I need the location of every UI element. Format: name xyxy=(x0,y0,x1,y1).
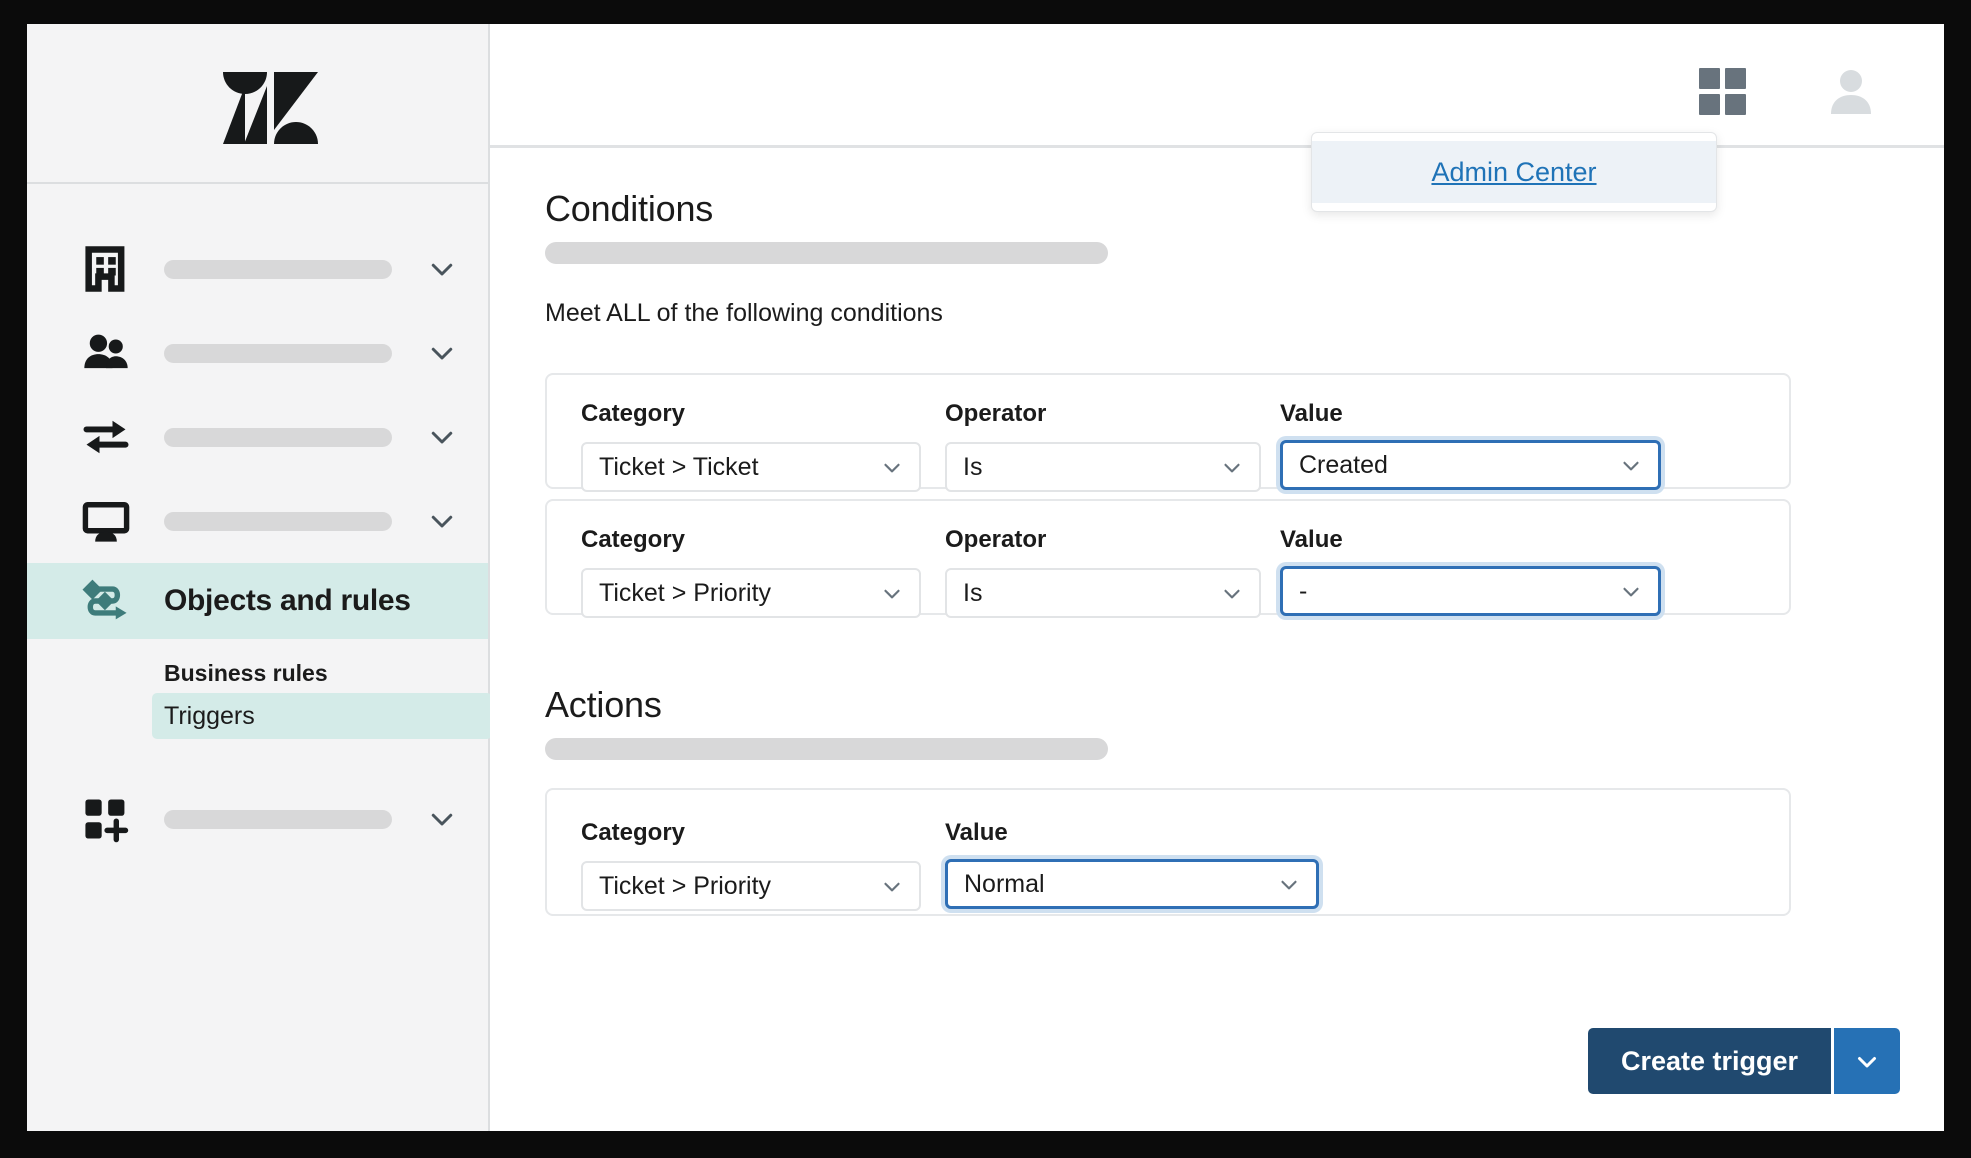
sidebar-item-triggers[interactable]: Triggers xyxy=(152,693,492,739)
zendesk-logo xyxy=(223,72,318,144)
action-1-value-select[interactable]: Normal xyxy=(945,859,1319,909)
building-icon xyxy=(77,240,135,298)
top-header xyxy=(490,24,1944,148)
sidebar: Objects and rules Business rules Trigger… xyxy=(27,24,492,1131)
sidebar-active-label: Objects and rules xyxy=(164,584,411,617)
condition-2-category-select[interactable]: Ticket > Priority xyxy=(581,568,921,618)
sidebar-item-apps[interactable] xyxy=(27,777,488,861)
action-1-category-label: Category xyxy=(581,819,686,846)
condition-1-value-value: Created xyxy=(1299,450,1388,479)
sidebar-logo-area xyxy=(27,24,488,184)
apps-add-icon xyxy=(77,790,135,848)
transfer-arrows-icon xyxy=(77,408,135,466)
chevron-down-icon xyxy=(879,454,905,480)
action-1-category-value: Ticket > Priority xyxy=(599,871,772,900)
subnav-heading-business-rules: Business rules xyxy=(164,659,328,686)
sidebar-label-placeholder xyxy=(164,343,392,363)
condition-1-operator-value: Is xyxy=(963,452,983,481)
sidebar-item-objects-and-rules[interactable]: Objects and rules xyxy=(27,563,488,639)
condition-2-operator-label: Operator xyxy=(945,526,1047,553)
main-content: Conditions Meet ALL of the following con… xyxy=(490,148,1944,1131)
action-1-value-label: Value xyxy=(945,819,1008,846)
condition-1-category-select[interactable]: Ticket > Ticket xyxy=(581,442,921,492)
sidebar-item-account[interactable] xyxy=(27,227,488,311)
chevron-down-icon xyxy=(1858,1057,1876,1068)
sidebar-label-placeholder xyxy=(164,427,392,447)
create-trigger-button[interactable]: Create trigger xyxy=(1588,1028,1831,1094)
condition-row-1: Category Ticket > Ticket Operator Is Val… xyxy=(545,373,1791,492)
chevron-down-icon xyxy=(1219,580,1245,606)
condition-2-category-label: Category xyxy=(581,526,686,553)
app-window: Objects and rules Business rules Trigger… xyxy=(27,24,1944,1131)
create-trigger-dropdown-button[interactable] xyxy=(1834,1028,1900,1094)
user-avatar-icon[interactable] xyxy=(1824,64,1878,118)
sidebar-item-workspaces[interactable] xyxy=(27,479,488,563)
condition-2-value-select[interactable]: - xyxy=(1280,566,1661,616)
condition-1-category-label: Category xyxy=(581,400,686,427)
condition-1-value-select[interactable]: Created xyxy=(1280,440,1661,490)
grid-square xyxy=(1725,94,1746,115)
condition-1-value-label: Value xyxy=(1280,400,1343,427)
condition-row-2: Category Ticket > Priority Operator Is V… xyxy=(545,499,1791,618)
chevron-down-icon[interactable] xyxy=(427,422,457,452)
chevron-down-icon xyxy=(1219,454,1245,480)
admin-dropdown-menu: Admin Center xyxy=(1311,132,1717,212)
conditions-subtitle: Meet ALL of the following conditions xyxy=(545,299,943,327)
grid-apps-icon[interactable] xyxy=(1699,68,1746,115)
actions-description-placeholder xyxy=(545,738,1108,760)
objects-rules-icon xyxy=(77,572,135,630)
action-1-value-value: Normal xyxy=(964,869,1045,898)
condition-2-operator-value: Is xyxy=(963,578,983,607)
chevron-down-icon[interactable] xyxy=(427,506,457,536)
condition-2-category-value: Ticket > Priority xyxy=(599,578,772,607)
condition-1-category-value: Ticket > Ticket xyxy=(599,452,759,481)
grid-square xyxy=(1699,68,1720,89)
sidebar-label-placeholder xyxy=(164,259,392,279)
screenshot-frame: Objects and rules Business rules Trigger… xyxy=(0,0,1971,1158)
actions-title: Actions xyxy=(545,684,662,725)
condition-1-operator-select[interactable]: Is xyxy=(945,442,1261,492)
chevron-down-icon xyxy=(1276,871,1302,897)
display-monitor-icon xyxy=(77,492,135,550)
condition-2-value-value: - xyxy=(1299,576,1308,605)
condition-2-operator-select[interactable]: Is xyxy=(945,568,1261,618)
grid-square xyxy=(1699,94,1720,115)
menu-item-admin-center-label: Admin Center xyxy=(1431,156,1597,187)
condition-2-value-label: Value xyxy=(1280,526,1343,553)
conditions-description-placeholder xyxy=(545,242,1108,264)
sidebar-label-placeholder xyxy=(164,511,392,531)
chevron-down-icon[interactable] xyxy=(427,804,457,834)
condition-1-operator-label: Operator xyxy=(945,400,1047,427)
chevron-down-icon xyxy=(1618,578,1644,604)
menu-item-admin-center[interactable]: Admin Center xyxy=(1312,141,1716,203)
sidebar-label-placeholder xyxy=(164,809,392,829)
chevron-down-icon[interactable] xyxy=(427,338,457,368)
chevron-down-icon xyxy=(879,873,905,899)
action-row-1: Category Ticket > Priority Value Normal xyxy=(545,788,1791,916)
sidebar-item-channels[interactable] xyxy=(27,395,488,479)
grid-square xyxy=(1725,68,1746,89)
sidebar-subnav: Business rules Triggers xyxy=(27,639,492,739)
conditions-title: Conditions xyxy=(545,188,714,229)
chevron-down-icon xyxy=(1618,452,1644,478)
sidebar-item-people[interactable] xyxy=(27,311,488,395)
action-1-category-select[interactable]: Ticket > Priority xyxy=(581,861,921,911)
chevron-down-icon xyxy=(879,580,905,606)
people-icon xyxy=(77,324,135,382)
chevron-down-icon[interactable] xyxy=(427,254,457,284)
